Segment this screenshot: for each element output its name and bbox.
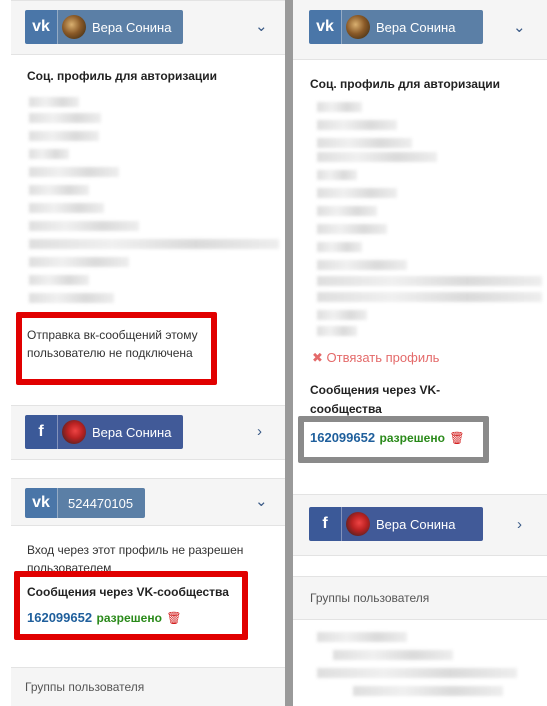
avatar bbox=[346, 15, 370, 39]
blurred-line bbox=[317, 276, 542, 286]
fb-profile-header: f Вера Сонина › bbox=[11, 405, 285, 460]
blurred-line bbox=[29, 275, 89, 285]
blurred-line bbox=[29, 239, 279, 249]
blurred-line bbox=[317, 292, 542, 302]
vk-user-name: Вера Сонина bbox=[376, 19, 456, 35]
trash-icon[interactable]: 🗑 bbox=[166, 611, 181, 625]
left-column: vk Вера Сонина ⌄ Соц. профиль для автори… bbox=[0, 0, 285, 706]
community-id-link[interactable]: 162099652 bbox=[310, 430, 375, 445]
fb-profile-button[interactable]: f Вера Сонина bbox=[25, 415, 184, 449]
blurred-line bbox=[29, 293, 114, 303]
vk-id-header: vk 524470105 ⌄ bbox=[11, 478, 285, 526]
vk-profile-header: vk Вера Сонина ⌄ bbox=[11, 0, 285, 55]
blurred-line bbox=[317, 224, 387, 234]
blurred-line bbox=[317, 206, 377, 216]
user-groups-label: Группы пользователя bbox=[310, 591, 430, 605]
blurred-line bbox=[317, 632, 407, 642]
fb-profile-button[interactable]: f Вера Сонина bbox=[309, 507, 483, 541]
vk-icon: vk bbox=[25, 10, 57, 44]
vk-messages-warning: Отправка вк-сообщений этому пользователю… bbox=[27, 326, 212, 362]
fb-user-name: Вера Сонина bbox=[376, 516, 456, 532]
blurred-line bbox=[29, 203, 104, 213]
facebook-icon: f bbox=[25, 415, 57, 449]
blurred-line bbox=[29, 149, 69, 159]
blurred-line bbox=[317, 310, 367, 320]
blurred-line bbox=[317, 188, 397, 198]
blurred-line bbox=[317, 242, 362, 252]
fb-user-name: Вера Сонина bbox=[92, 424, 172, 440]
avatar bbox=[62, 420, 86, 444]
chevron-down-icon[interactable]: ⌄ bbox=[255, 492, 268, 510]
vk-icon: vk bbox=[25, 488, 57, 518]
chevron-right-icon[interactable]: › bbox=[257, 423, 262, 440]
vk-user-name: Вера Сонина bbox=[92, 19, 172, 35]
chevron-right-icon[interactable]: › bbox=[517, 516, 522, 533]
blurred-line bbox=[353, 686, 503, 696]
facebook-icon: f bbox=[309, 507, 341, 541]
user-groups-header: Группы пользователя bbox=[293, 576, 547, 620]
auth-profile-title: Соц. профиль для авторизации bbox=[310, 77, 500, 91]
blurred-line bbox=[29, 167, 119, 177]
blurred-line bbox=[29, 185, 89, 195]
fb-profile-header: f Вера Сонина › bbox=[293, 494, 547, 556]
remove-user-icon: ✖ bbox=[312, 350, 323, 365]
chevron-down-icon[interactable]: ⌄ bbox=[255, 17, 268, 35]
vk-communities-title: Сообщения через VK- сообщества bbox=[310, 381, 530, 419]
blurred-line bbox=[29, 221, 139, 231]
title-line: Сообщения через VK- bbox=[310, 383, 441, 397]
user-groups-label: Группы пользователя bbox=[25, 680, 145, 694]
auth-profile-title: Соц. профиль для авторизации bbox=[27, 69, 217, 83]
blurred-line bbox=[317, 326, 357, 336]
blurred-line bbox=[29, 131, 99, 141]
vk-profile-button[interactable]: vk Вера Сонина bbox=[25, 10, 184, 44]
user-groups-header: Группы пользователя bbox=[11, 667, 285, 706]
chevron-down-icon[interactable]: ⌄ bbox=[513, 18, 526, 36]
avatar bbox=[62, 15, 86, 39]
column-divider bbox=[285, 0, 293, 706]
unlink-profile-link[interactable]: ✖ Отвязать профиль bbox=[312, 350, 439, 366]
warning-line: Отправка вк-сообщений этому bbox=[27, 328, 198, 342]
vk-profile-header: vk Вера Сонина ⌄ bbox=[293, 0, 547, 60]
avatar bbox=[346, 512, 370, 536]
warning-line: пользователю не подключена bbox=[27, 346, 193, 360]
blurred-line bbox=[317, 668, 517, 678]
blurred-line bbox=[29, 257, 129, 267]
blurred-line bbox=[333, 650, 453, 660]
right-column: vk Вера Сонина ⌄ Соц. профиль для автори… bbox=[293, 0, 547, 706]
blurred-line bbox=[317, 138, 412, 148]
vk-profile-button[interactable]: vk Вера Сонина bbox=[309, 10, 483, 44]
blurred-line bbox=[317, 170, 357, 180]
community-status: разрешено bbox=[379, 431, 445, 445]
highlight-box bbox=[14, 571, 248, 640]
login-notice-line: Вход через этот профиль не разрешен bbox=[27, 543, 244, 557]
blurred-line bbox=[317, 260, 407, 270]
blurred-line bbox=[29, 113, 101, 123]
blurred-line bbox=[317, 152, 437, 162]
community-status: разрешено bbox=[96, 611, 162, 625]
vk-icon: vk bbox=[309, 10, 341, 44]
vk-communities-title: Сообщения через VK-сообщества bbox=[27, 585, 229, 599]
community-row: 162099652 разрешено 🗑 bbox=[310, 429, 465, 447]
screenshot-root: vk Вера Сонина ⌄ Соц. профиль для автори… bbox=[0, 0, 547, 706]
community-id-link[interactable]: 162099652 bbox=[27, 610, 92, 625]
vk-id: 524470105 bbox=[68, 495, 134, 511]
blurred-line bbox=[29, 97, 79, 107]
trash-icon[interactable]: 🗑 bbox=[449, 431, 464, 445]
vk-id-button[interactable]: vk 524470105 bbox=[25, 488, 146, 518]
blurred-line bbox=[317, 120, 397, 130]
blurred-line bbox=[317, 102, 362, 112]
community-row: 162099652 разрешено 🗑 bbox=[27, 609, 182, 627]
unlink-profile-label: Отвязать профиль bbox=[326, 350, 440, 365]
